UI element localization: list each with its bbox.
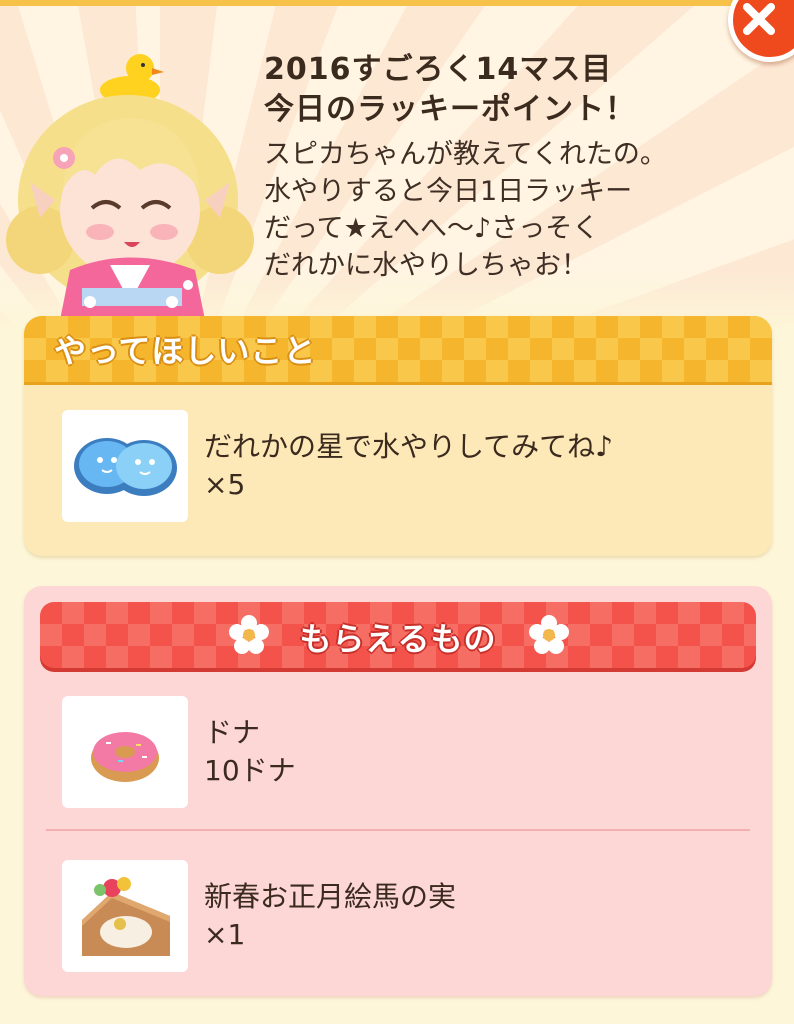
reward-divider — [46, 829, 750, 831]
flower-icon — [529, 615, 569, 654]
reward-item-text: 新春お正月絵馬の実 ×1 — [204, 878, 456, 954]
close-icon — [743, 3, 775, 35]
task-header: やってほしいこと — [24, 316, 772, 385]
intro-title-line1: 2016すごろく14マス目 — [264, 52, 613, 87]
reward-header-label: もらえるもの — [299, 620, 497, 658]
task-item-count: ×5 — [204, 468, 246, 501]
reward-item-label: 新春お正月絵馬の実 — [204, 880, 457, 913]
ema-fruit-icon — [82, 877, 170, 956]
task-item-icon-box — [62, 410, 188, 522]
task-item-text: だれかの星で水やりしてみてね♪ ×5 — [204, 428, 613, 504]
frame-top-border — [0, 0, 794, 6]
water-drops-icon — [74, 438, 177, 496]
character-avatar — [6, 54, 254, 320]
reward-item-icon-box — [62, 696, 188, 808]
task-item-label: だれかの星で水やりしてみてね♪ — [204, 430, 614, 463]
reward-item-label: ドナ — [204, 716, 261, 749]
intro-title-line2: 今日のラッキーポイント！ — [264, 92, 636, 127]
reward-item-text: ドナ 10ドナ — [204, 714, 296, 790]
donut-icon — [91, 732, 159, 782]
reward-item-count: ×1 — [204, 918, 246, 951]
reward-item-count: 10ドナ — [204, 754, 296, 787]
reward-panel: もらえるもの ドナ 10ドナ 新春お正月絵馬の実 ×1 — [24, 586, 772, 996]
reward-item-icon-box — [62, 860, 188, 972]
intro-title: 2016すごろく14マス目 今日のラッキーポイント！ — [264, 50, 784, 130]
intro-body: スピカちゃんが教えてくれたの。 水やりすると今日1日ラッキー だって★えへへ～♪… — [264, 139, 667, 281]
intro-message: 2016すごろく14マス目 今日のラッキーポイント！ スピカちゃんが教えてくれた… — [264, 50, 784, 284]
task-panel: やってほしいこと だれかの星で水やりしてみてね♪ ×5 — [24, 316, 772, 556]
reward-header: もらえるもの — [40, 602, 756, 668]
task-header-label: やってほしいこと — [54, 332, 317, 370]
